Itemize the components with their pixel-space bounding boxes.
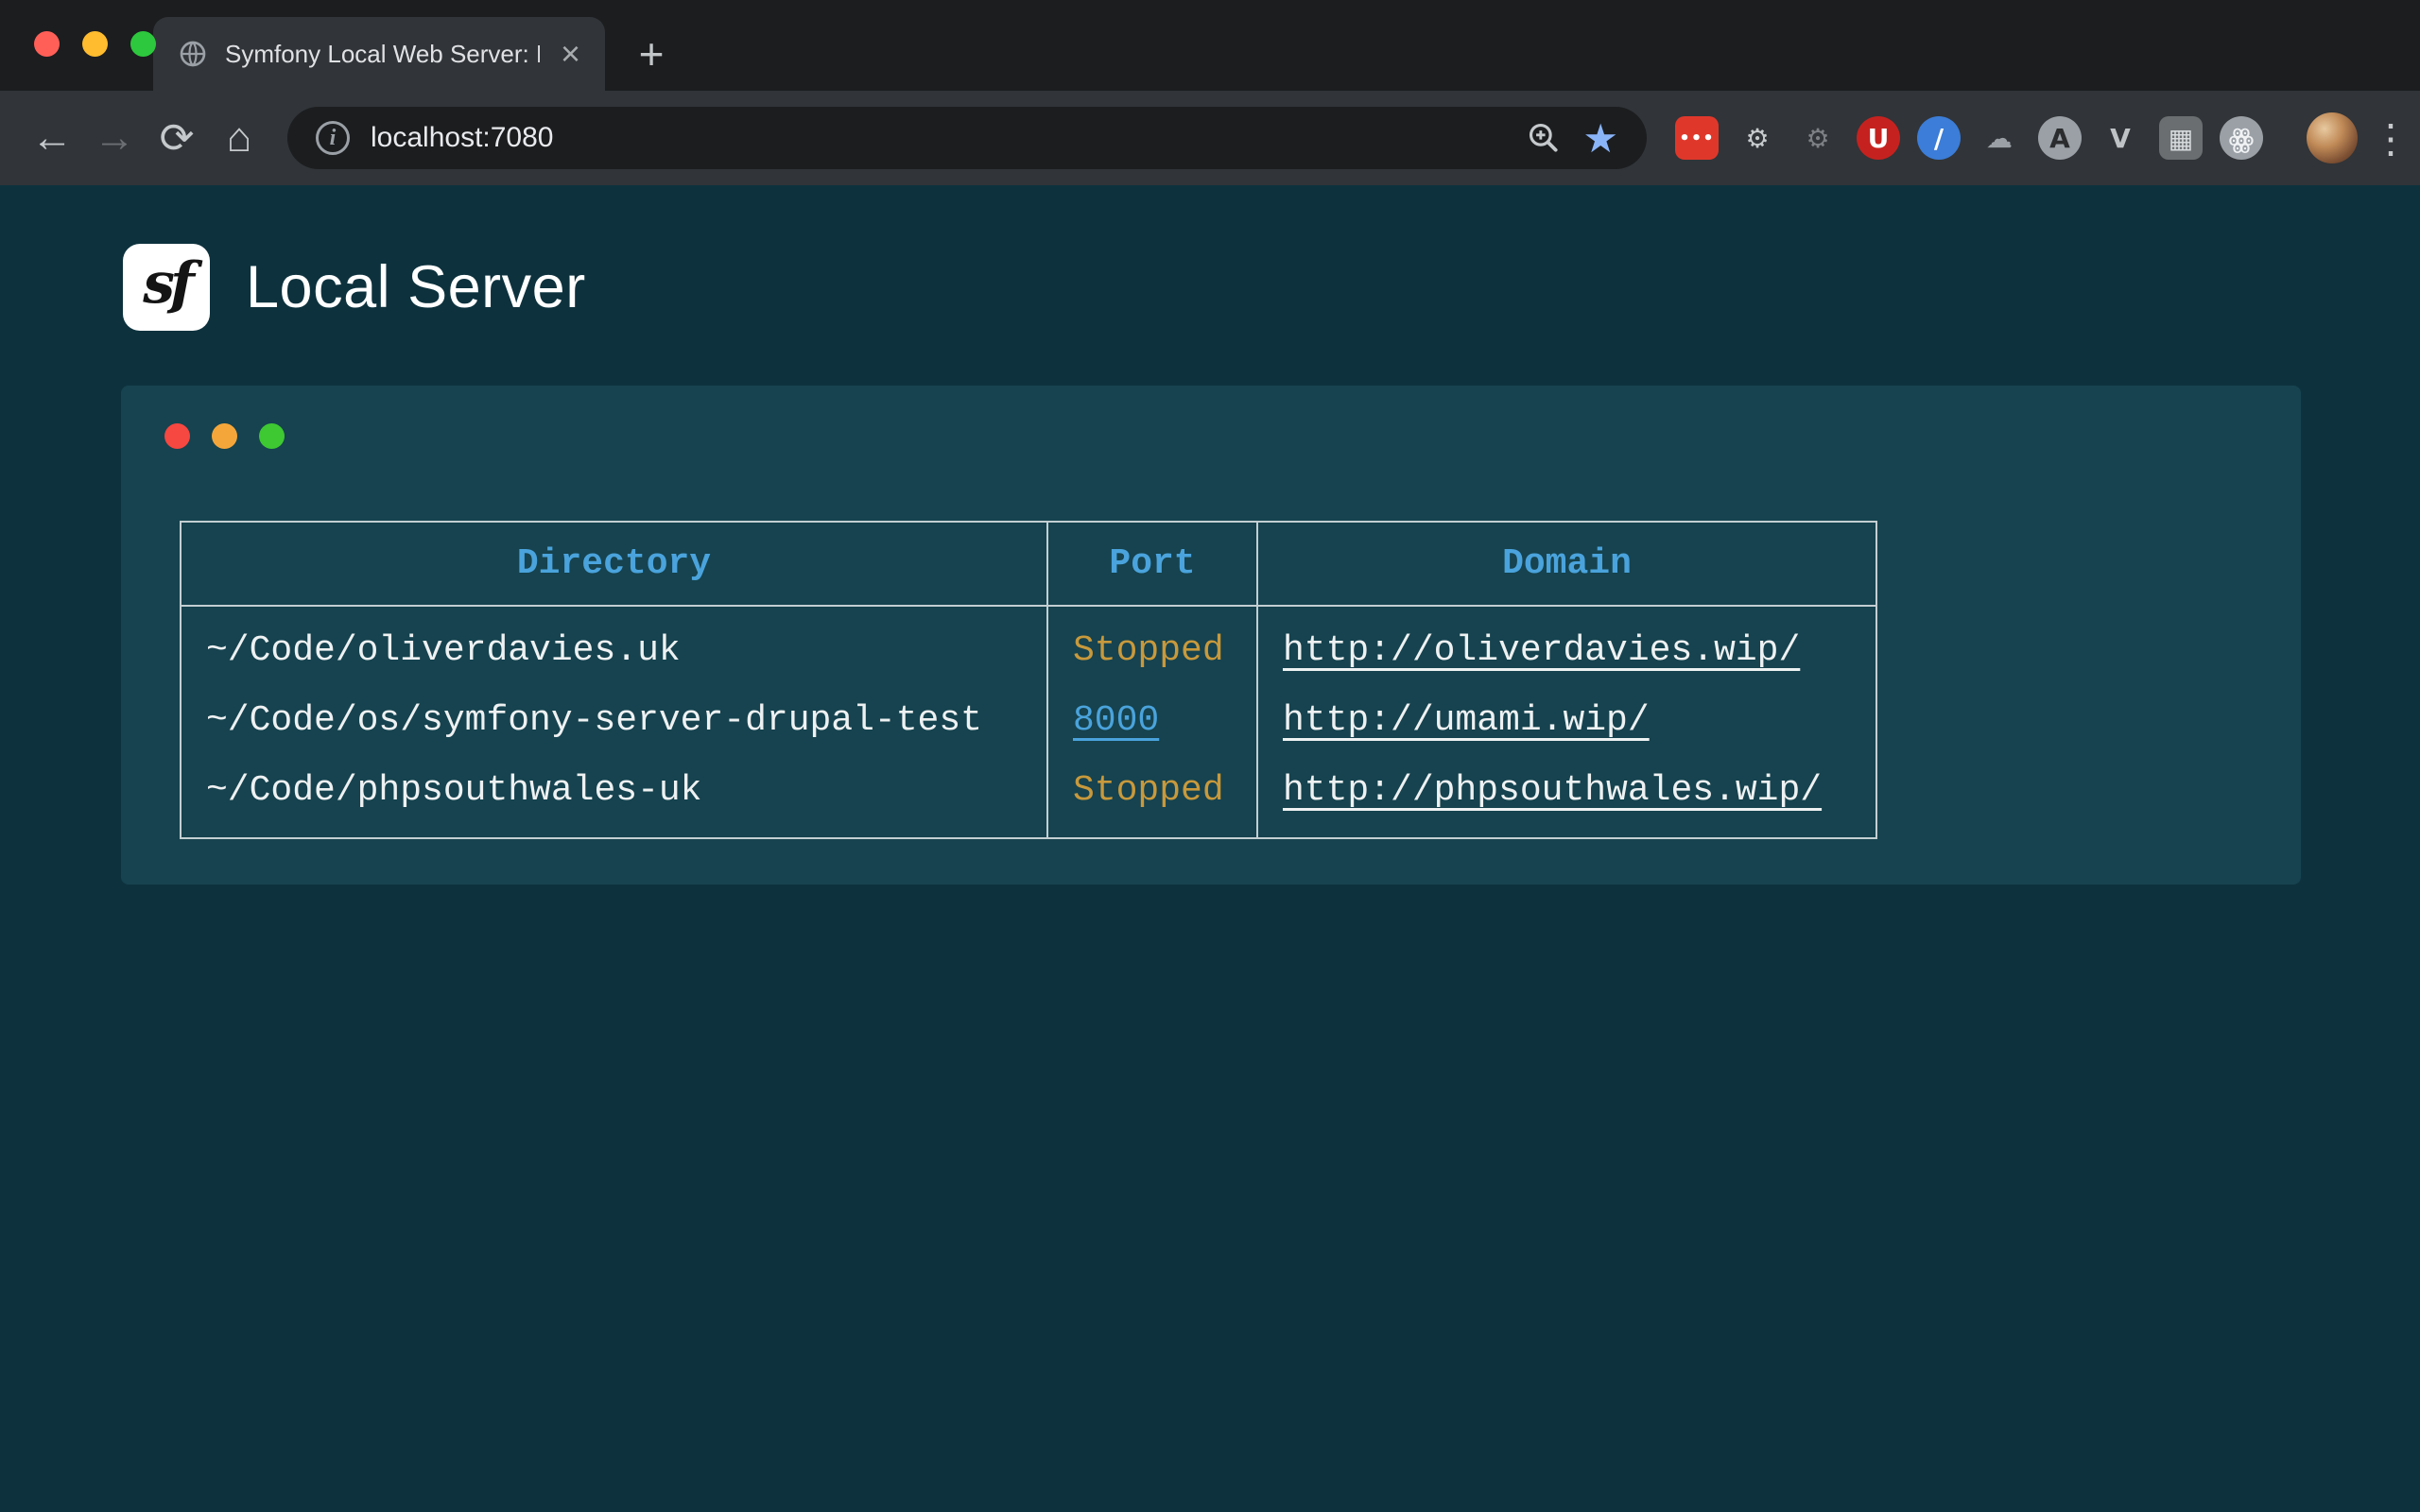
table-row: ~/Code/oliverdavies.uk Stopped http://oliv… <box>181 606 1876 686</box>
ublock-extension-icon[interactable]: U <box>1857 116 1900 160</box>
github-extension-icon[interactable]: ꙮ <box>2220 116 2263 160</box>
directory-cell: ~/Code/os/symfony-server-drupal-test <box>181 686 1047 756</box>
url-text[interactable]: localhost:7080 <box>371 122 1505 154</box>
a-letter-extension-icon[interactable]: A <box>2038 116 2082 160</box>
server-card: Directory Port Domain ~/Code/oliverdavie… <box>121 386 2301 885</box>
tab-title: Symfony Local Web Server: Prox <box>225 40 540 69</box>
page-title: Local Server <box>246 253 586 321</box>
port-cell: 8000 <box>1047 686 1257 756</box>
server-table-body: ~/Code/oliverdavies.uk Stopped http://oliv… <box>181 606 1876 838</box>
browser-menu-icon[interactable]: ⋮ <box>2371 107 2411 169</box>
domain-cell: http://umami.wip/ <box>1257 686 1876 756</box>
home-icon[interactable]: ⌂ <box>208 107 270 169</box>
address-bar[interactable]: i localhost:7080 ★ <box>287 107 1647 169</box>
back-icon[interactable]: ← <box>21 107 83 169</box>
directory-header: Directory <box>181 522 1047 606</box>
table-header-row: Directory Port Domain <box>181 522 1876 606</box>
table-row: ~/Code/os/symfony-server-drupal-test 8000… <box>181 686 1876 756</box>
globe-favicon-icon <box>178 39 208 69</box>
port-cell: Stopped <box>1047 606 1257 686</box>
new-tab-button[interactable]: + <box>624 26 679 81</box>
port-link[interactable]: 8000 <box>1073 700 1159 741</box>
card-red-dot-icon <box>164 423 190 449</box>
v-letter-extension-icon[interactable]: V <box>2099 116 2142 160</box>
browser-toolbar: ← → ⟳ ⌂ i localhost:7080 ★ •••⚙⚙U/☁AV▦ꙮ … <box>0 91 2420 185</box>
port-cell: Stopped <box>1047 756 1257 838</box>
bookmark-star-icon[interactable]: ★ <box>1582 115 1618 162</box>
domain-cell: http://phpsouthwales.wip/ <box>1257 756 1876 838</box>
brand-header: sf Local Server <box>123 244 2420 331</box>
browser-tab[interactable]: Symfony Local Web Server: Prox × <box>153 17 605 91</box>
directory-cell: ~/Code/oliverdavies.uk <box>181 606 1047 686</box>
port-status: Stopped <box>1073 770 1224 811</box>
minimize-window-button[interactable] <box>82 31 108 57</box>
extensions-area: ••• ⚙ ⚙ U / ☁ AV ▦ ꙮ <box>1675 116 2263 160</box>
zoom-indicator-icon[interactable] <box>1526 120 1562 156</box>
profile-avatar[interactable] <box>2307 112 2358 163</box>
page-content: sf Local Server Directory Port Domain ~/… <box>0 185 2420 1512</box>
tab-strip: Symfony Local Web Server: Prox × + <box>0 0 2420 91</box>
zoom-window-button[interactable] <box>130 31 156 57</box>
card-green-dot-icon <box>259 423 285 449</box>
table-row: ~/Code/phpsouthwales-uk Stopped http://php… <box>181 756 1876 838</box>
reload-icon[interactable]: ⟳ <box>146 107 208 169</box>
site-info-icon[interactable]: i <box>316 121 350 155</box>
server-table: Directory Port Domain ~/Code/oliverdavie… <box>180 521 1877 839</box>
cloud-extension-icon[interactable]: ☁ <box>1978 116 2021 160</box>
domain-header: Domain <box>1257 522 1876 606</box>
port-status: Stopped <box>1073 630 1224 671</box>
card-window-dots <box>121 386 2301 449</box>
domain-link[interactable]: http://umami.wip/ <box>1283 700 1650 741</box>
close-window-button[interactable] <box>34 31 60 57</box>
domain-cell: http://oliverdavies.wip/ <box>1257 606 1876 686</box>
symfony-logo-text: sf <box>143 250 190 317</box>
window-controls <box>34 31 156 57</box>
red-dots-extension-icon[interactable]: ••• <box>1675 116 1719 160</box>
port-header: Port <box>1047 522 1257 606</box>
blue-circle-extension-icon[interactable]: / <box>1917 116 1961 160</box>
symfony-logo: sf <box>123 244 210 331</box>
forward-icon[interactable]: → <box>83 107 146 169</box>
card-orange-dot-icon <box>212 423 237 449</box>
domain-link[interactable]: http://phpsouthwales.wip/ <box>1283 770 1822 811</box>
tab-close-icon[interactable]: × <box>557 37 584 71</box>
domain-link[interactable]: http://oliverdavies.wip/ <box>1283 630 1800 671</box>
dark-gear-extension-icon[interactable]: ⚙ <box>1796 116 1840 160</box>
gray-square-extension-icon[interactable]: ▦ <box>2159 116 2203 160</box>
directory-cell: ~/Code/phpsouthwales-uk <box>181 756 1047 838</box>
gear-extension-icon[interactable]: ⚙ <box>1736 116 1779 160</box>
